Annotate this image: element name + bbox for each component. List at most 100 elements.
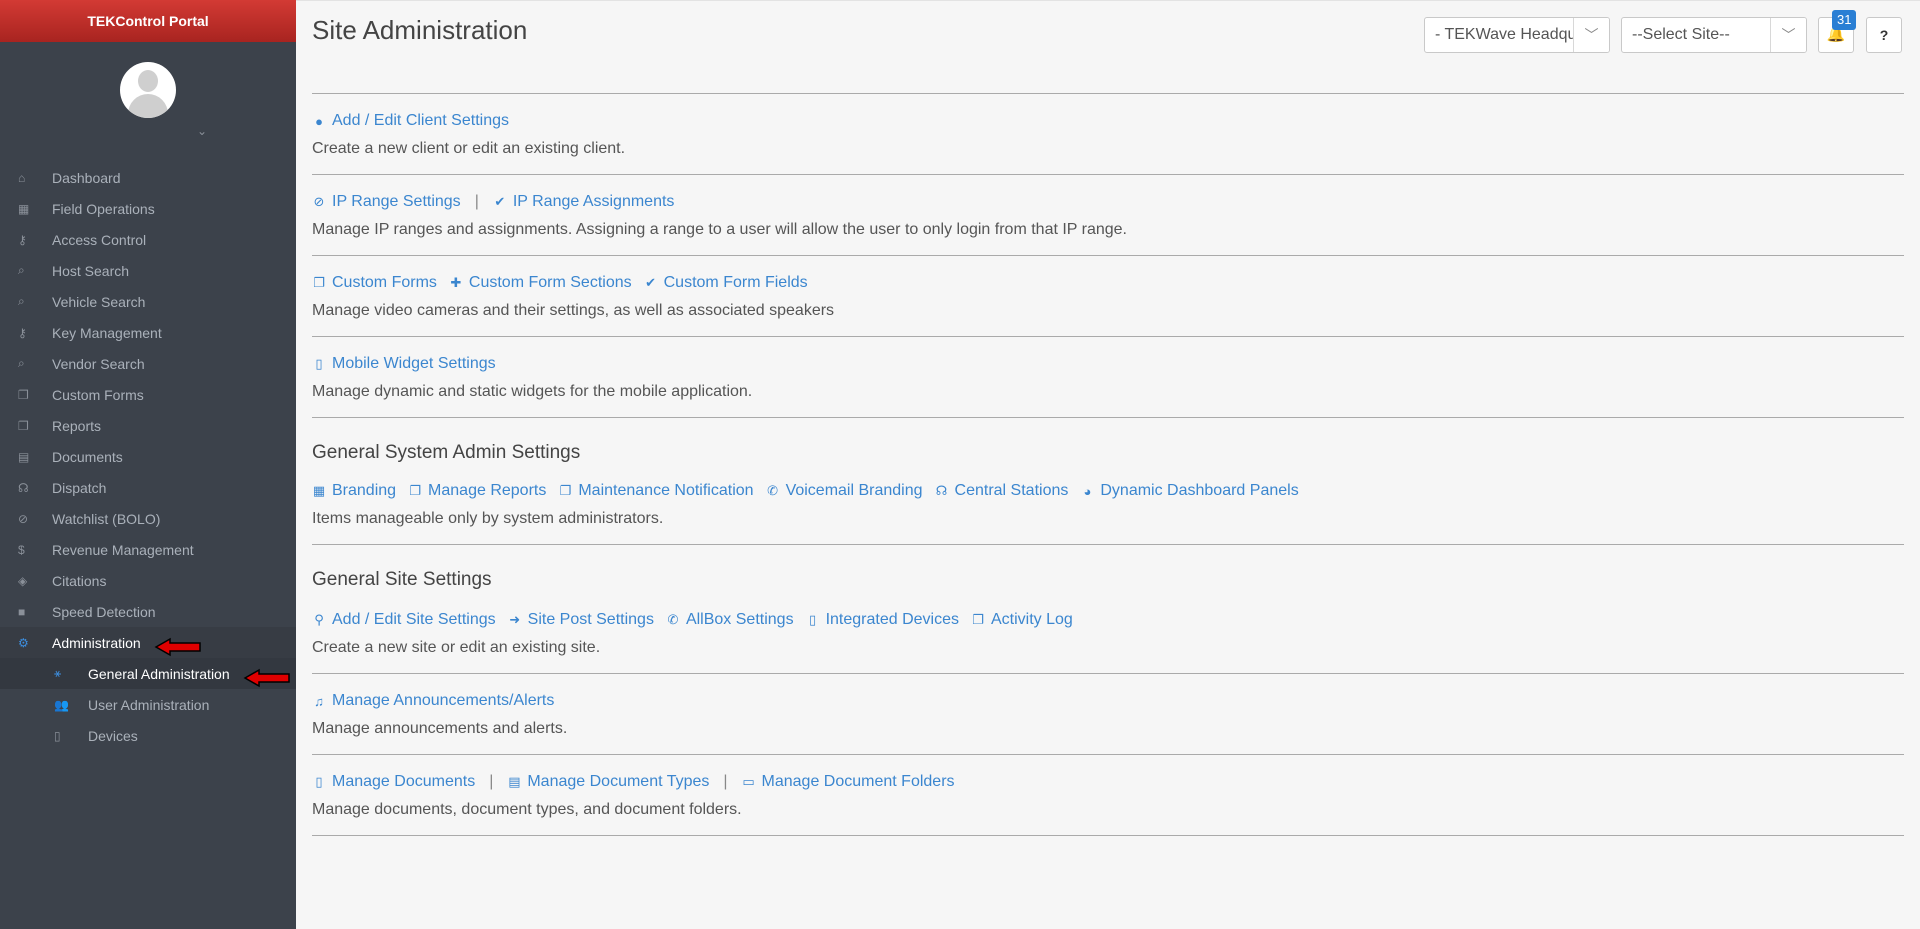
ip-range-settings-link[interactable]: ⊘ IP Range Settings [312,193,461,211]
sidebar-item-documents[interactable]: ▤ Documents [0,441,296,472]
sidebar-item-vendor-search[interactable]: ⌕ Vendor Search [0,348,296,379]
add-edit-site-link[interactable]: ⚲ Add / Edit Site Settings [312,611,495,629]
sidebar-item-revenue-management[interactable]: $ Revenue Management [0,534,296,565]
bell-icon: ♫ [314,693,324,709]
documents-section: ▯ Manage Documents | ▤ Manage Document Typ… [312,755,1904,836]
section-description: Manage video cameras and their settings,… [312,302,835,319]
dollar-icon: $ [18,542,25,557]
central-stations-link[interactable]: ☊ Central Stations [935,482,1069,500]
phone-icon: ✆ [667,612,679,627]
sidebar-item-citations[interactable]: ◈ Citations [0,565,296,596]
manage-document-folders-link[interactable]: ▭ Manage Document Folders [742,773,954,791]
file-icon: ▤ [18,449,30,464]
sidebar-item-access-control[interactable]: ⚷ Access Control [0,224,296,255]
branding-link[interactable]: ▦ Branding [312,482,396,500]
site-select-value: --Select Site-- [1632,26,1730,43]
site-post-settings-link[interactable]: ➜ Site Post Settings [508,611,654,629]
sidebar-item-label: Dispatch [52,479,107,496]
copy-icon: ❐ [559,483,572,498]
sidebar-item-label: Revenue Management [52,541,194,558]
sidebar-item-label: Custom Forms [52,386,144,403]
link-separator: | [489,773,494,790]
headset-icon: ☊ [935,483,948,498]
add-edit-client-link[interactable]: ● Add / Edit Client Settings [312,112,509,130]
sidebar-item-watchlist[interactable]: ⊘ Watchlist (BOLO) [0,503,296,534]
sidebar-item-host-search[interactable]: ⌕ Host Search [0,255,296,286]
sidebar-item-key-management[interactable]: ⚷ Key Management [0,317,296,348]
sidebar-item-field-operations[interactable]: ▦ Field Operations [0,193,296,224]
key-icon: ⚷ [18,325,27,340]
sidebar-item-administration[interactable]: ⚙ Administration [0,627,296,658]
table-icon: ▦ [18,201,30,216]
puzzle-icon: ✚ [450,275,462,290]
sidebar-subitem-devices[interactable]: ▯ Devices [0,720,296,751]
manage-reports-link[interactable]: ❐ Manage Reports [408,482,546,500]
sidebar-item-dispatch[interactable]: ☊ Dispatch [0,472,296,503]
copy-icon: ❐ [409,483,421,498]
avatar[interactable] [120,62,176,118]
chevron-down-icon[interactable]: ⌄ [197,124,207,138]
file-icon: ▯ [315,774,323,789]
section-description: Manage dynamic and static widgets for th… [312,383,753,400]
manage-documents-link[interactable]: ▯ Manage Documents [312,773,475,791]
sitemap-icon: ⚹ [54,666,62,680]
integrated-devices-link[interactable]: ▯ Integrated Devices [806,611,959,629]
sidebar-subitem-user-administration[interactable]: 👥 User Administration [0,689,296,720]
map-marker-icon: ⚲ [314,612,324,627]
sidebar-item-label: Administration [52,634,141,651]
ban-icon: ⊘ [313,194,325,209]
red-arrow-icon [154,637,201,657]
sidebar-item-label: Citations [52,572,107,589]
mobile-widget-settings-link[interactable]: ▯ Mobile Widget Settings [312,355,495,373]
check-icon: ✔ [494,194,506,209]
mobile-widget-section: ▯ Mobile Widget Settings Manage dynamic a… [312,337,1904,418]
sidebar-item-label: Reports [52,417,102,434]
brand-title[interactable]: TEKControl Portal [0,0,296,42]
chevron-down-icon: ﹀ [1770,18,1806,52]
allbox-settings-link[interactable]: ✆ AllBox Settings [666,611,794,629]
section-heading: General Site Settings [312,569,492,590]
sidebar-item-label: Key Management [52,324,162,341]
main-content: Site Administration - TEKWave Headqu ﹀ -… [296,0,1920,929]
activity-log-link[interactable]: ❐ Activity Log [971,611,1073,629]
sidebar: TEKControl Portal ⌄ ⌂ Dashboard ▦ Field Op… [0,0,296,929]
ip-range-assignments-link[interactable]: ✔ IP Range Assignments [493,193,674,211]
manage-announcements-link[interactable]: ♫ Manage Announcements/Alerts [312,692,554,710]
site-settings-section: General Site Settings ⚲ Add / Edit Site S… [312,545,1904,674]
link-separator: | [723,773,728,790]
sidebar-item-speed-detection[interactable]: ■ Speed Detection [0,596,296,627]
sidebar-item-custom-forms[interactable]: ❐ Custom Forms [0,379,296,410]
custom-form-sections-link[interactable]: ✚ Custom Form Sections [449,274,631,292]
custom-forms-link[interactable]: ❐ Custom Forms [312,274,437,292]
mobile-icon: ▯ [315,356,323,371]
voicemail-branding-link[interactable]: ✆ Voicemail Branding [766,482,922,500]
th-large-icon: ▦ [312,483,326,498]
section-description: Create a new client or edit an existing … [312,140,626,157]
sidebar-item-dashboard[interactable]: ⌂ Dashboard [0,162,296,193]
client-select[interactable]: - TEKWave Headqu ﹀ [1424,17,1610,53]
sidebar-item-vehicle-search[interactable]: ⌕ Vehicle Search [0,286,296,317]
section-description: Manage announcements and alerts. [312,720,568,737]
search-icon: ⌕ [18,263,25,277]
page-title: Site Administration [312,15,528,45]
users-icon: 👥 [54,697,69,712]
custom-form-fields-link[interactable]: ✔ Custom Form Fields [644,274,807,292]
dynamic-dashboard-panels-link[interactable]: ◕ Dynamic Dashboard Panels [1080,482,1298,500]
settings-content: ● Add / Edit Client Settings Create a new… [312,94,1904,836]
manage-document-types-link[interactable]: ▤ Manage Document Types [507,773,709,791]
sidebar-item-reports[interactable]: ❐ Reports [0,410,296,441]
help-button[interactable]: ? [1866,17,1902,53]
sidebar-item-label: Devices [88,727,138,744]
sidebar-item-label: Speed Detection [52,603,156,620]
sidebar-item-label: Access Control [52,231,147,248]
custom-forms-section: ❐ Custom Forms ✚ Custom Form Sections ✔ Cus… [312,256,1904,337]
sidebar-nav: ⌂ Dashboard ▦ Field Operations ⚷ Access Con… [0,162,296,751]
sign-in-icon: ➜ [509,612,521,627]
phone-icon: ✆ [767,483,779,498]
maintenance-notification-link[interactable]: ❐ Maintenance Notification [558,482,754,500]
sidebar-item-label: Host Search [52,262,130,279]
site-select[interactable]: --Select Site-- ﹀ [1621,17,1807,53]
sidebar-item-label: Vehicle Search [52,293,146,310]
notifications-badge: 31 [1832,10,1857,30]
key-icon: ⚷ [18,232,27,247]
